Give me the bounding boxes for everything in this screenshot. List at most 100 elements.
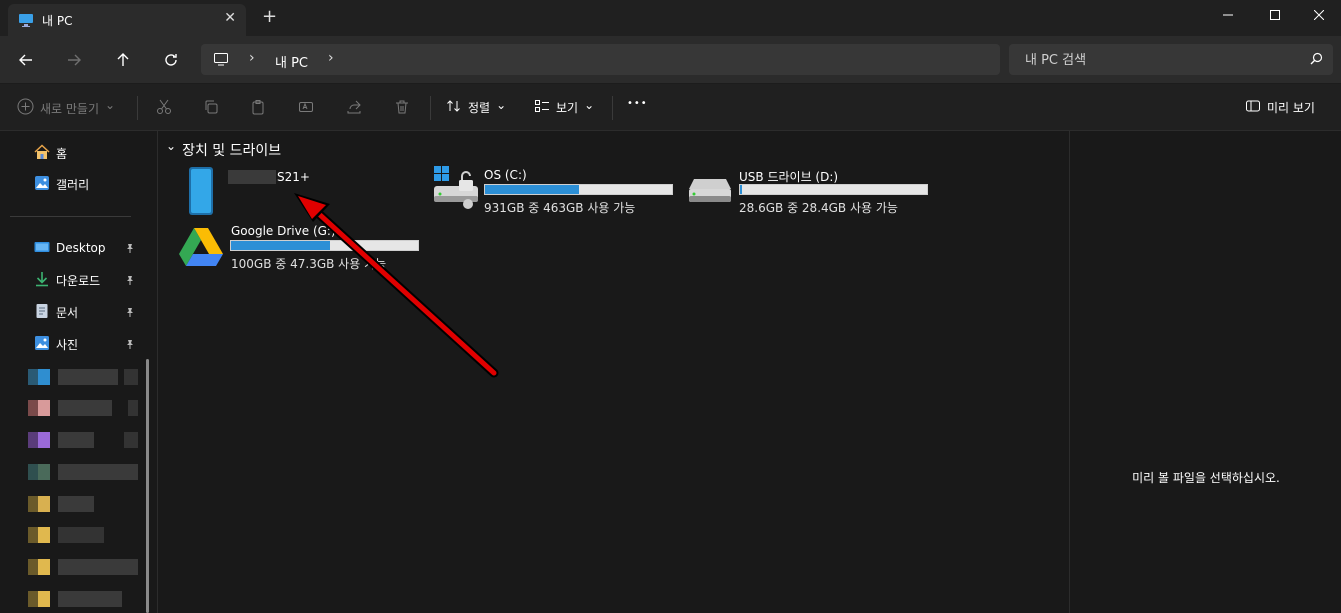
chevron-down-icon: ⌄ [584,97,595,112]
sidebar-item-label: 다운로드 [56,273,101,288]
monitor-icon [213,51,229,70]
sidebar-item-label: 홈 [56,146,68,161]
preview-pane: 미리 볼 파일을 선택하십시오. [1069,131,1341,613]
sidebar-item-home[interactable]: 홈 [34,143,67,163]
sidebar-item-gallery[interactable]: 갤러리 [34,174,89,194]
navigation-bar: › 내 PC › [0,36,1341,84]
more-options-button[interactable]: ••• [627,98,648,109]
copy-icon[interactable] [201,97,221,117]
drive-name: Google Drive (G:) [231,224,336,238]
pin-icon[interactable] [125,339,135,352]
drive-info: 28.6GB 중 28.4GB 사용 가능 [739,201,898,215]
maximize-button[interactable] [1252,0,1298,30]
pin-icon[interactable] [125,275,135,288]
new-button-label: 새로 만들기 [40,101,100,116]
desktop-icon [34,239,50,258]
new-button[interactable]: 새로 만들기 ⌄ [17,98,115,118]
divider [10,216,131,217]
drive-usage-fill [485,185,580,194]
search-icon[interactable] [1310,52,1323,68]
tab-my-pc[interactable]: 내 PC ✕ [8,4,246,36]
plus-circle-icon [17,98,34,118]
preview-pane-icon [1245,98,1261,117]
minimize-button[interactable] [1205,0,1251,30]
redacted-item[interactable] [28,432,138,448]
sidebar-item-downloads[interactable]: 다운로드 [34,270,100,290]
divider [430,96,431,120]
pin-icon[interactable] [125,307,135,320]
drive-name: USB 드라이브 (D:) [739,170,839,184]
redacted-device-name [228,170,276,184]
download-icon [34,271,50,290]
breadcrumb-separator[interactable]: › [249,50,255,66]
up-button[interactable] [111,48,135,72]
phone-icon [188,166,214,219]
forward-button[interactable] [62,48,86,72]
navigation-pane: 홈 갤러리 Desktop 다운로드 문서 사진 [0,131,158,613]
back-button[interactable] [14,48,38,72]
sidebar-item-label: 갤러리 [56,177,90,192]
title-bar: 내 PC ✕ + [0,0,1341,36]
cut-icon[interactable] [154,97,174,117]
divider [612,96,613,120]
redacted-item[interactable] [28,559,138,575]
monitor-icon [18,12,34,28]
document-icon [34,303,50,322]
view-button-label: 보기 [556,101,579,115]
preview-pane-button[interactable]: 미리 보기 [1245,98,1315,117]
chevron-down-icon: ⌄ [496,97,507,112]
breadcrumb-separator[interactable]: › [328,50,334,66]
sort-button[interactable]: 정렬 ⌄ [446,98,506,117]
sidebar-item-label: 문서 [56,305,79,320]
redacted-item[interactable] [28,400,138,416]
pin-icon[interactable] [125,243,135,256]
drive-usage-bar [739,184,928,195]
redacted-item[interactable] [28,464,138,480]
file-view: ⌄ 장치 및 드라이브 S21+ OS (C:) 931GB 중 463GB 사… [158,131,1069,613]
divider [137,96,138,120]
drive-info: 100GB 중 47.3GB 사용 가능 [231,257,387,271]
sidebar-item-pictures[interactable]: 사진 [34,334,78,354]
redacted-item[interactable] [28,496,138,512]
gallery-icon [34,175,50,194]
sidebar-scrollbar[interactable] [146,359,149,613]
chevron-down-icon: ⌄ [105,98,116,112]
drive-g[interactable]: Google Drive (G:) 100GB 중 47.3GB 사용 가능 [178,222,428,272]
tab-close-button[interactable]: ✕ [224,10,236,26]
drive-usage-fill [740,185,742,194]
drive-info: 931GB 중 463GB 사용 가능 [484,201,636,215]
sort-icon [446,98,462,117]
delete-icon[interactable] [392,97,412,117]
drive-d[interactable]: USB 드라이브 (D:) 28.6GB 중 28.4GB 사용 가능 [688,166,938,216]
home-icon [34,143,50,163]
drive-usage-bar [230,240,419,251]
preview-pane-label: 미리 보기 [1267,101,1315,115]
refresh-button[interactable] [159,48,183,72]
search-input[interactable] [1025,50,1295,70]
paste-icon[interactable] [248,97,268,117]
sidebar-item-documents[interactable]: 문서 [34,302,78,322]
redacted-item[interactable] [28,527,138,543]
breadcrumb-my-pc[interactable]: 내 PC [275,52,308,71]
new-tab-button[interactable]: + [262,8,277,26]
redacted-item[interactable] [28,369,138,385]
redacted-item[interactable] [28,591,138,607]
address-bar[interactable]: › 내 PC › [201,44,1000,75]
view-list-icon [534,98,550,117]
group-header-label: 장치 및 드라이브 [182,143,282,159]
sidebar-item-desktop[interactable]: Desktop [34,238,106,258]
rename-icon[interactable] [296,97,316,117]
system-drive-icon [432,166,480,213]
usb-drive-icon [688,178,732,207]
google-drive-icon [178,226,224,269]
close-button[interactable] [1296,0,1341,30]
view-button[interactable]: 보기 ⌄ [534,98,594,117]
sidebar-item-label: Desktop [56,241,106,255]
group-header-devices[interactable]: ⌄ 장치 및 드라이브 [166,139,282,160]
share-icon[interactable] [344,97,364,117]
drive-c[interactable]: OS (C:) 931GB 중 463GB 사용 가능 [432,166,682,216]
drive-usage-fill [231,241,330,250]
search-box[interactable] [1009,44,1333,75]
device-phone[interactable]: S21+ [184,166,404,218]
sort-button-label: 정렬 [468,101,491,115]
